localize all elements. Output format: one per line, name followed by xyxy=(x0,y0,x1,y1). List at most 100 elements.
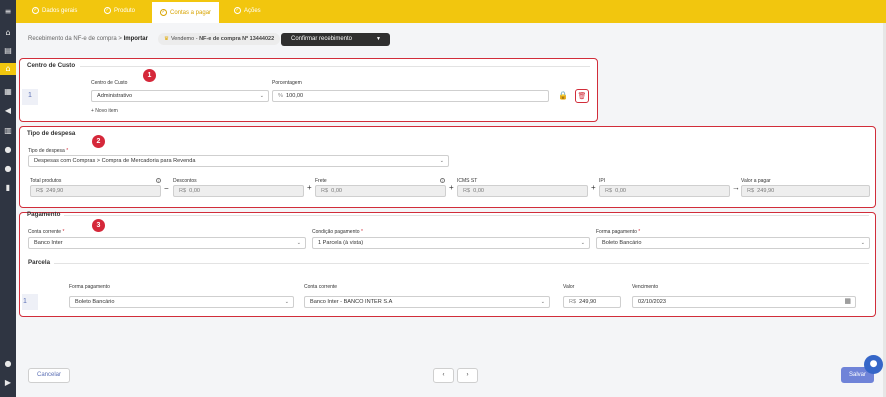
total-products-label: Total produtos xyxy=(30,178,62,184)
installment-method-value: Boleto Bancário xyxy=(75,299,115,305)
plus-operator: + xyxy=(591,183,596,192)
step-badge-3: 3 xyxy=(92,219,105,232)
check-icon: ✓ xyxy=(234,6,241,14)
tab-label: Produto xyxy=(114,8,136,14)
expense-type-title: Tipo de despesa xyxy=(27,130,76,137)
trash-icon: 🗑 xyxy=(577,92,587,100)
due-date-input[interactable]: 02/10/2023 ▦ xyxy=(632,296,856,308)
amount-due-field: R$ 249,90 xyxy=(741,185,870,197)
account-select[interactable]: Banco Inter ⌄ xyxy=(28,237,306,249)
tab-contas-a-pagar[interactable]: ✓ Contas a pagar xyxy=(152,0,220,23)
percentage-input[interactable]: % 100,00 xyxy=(272,90,549,102)
discounts-field: R$ 0,00 xyxy=(173,185,304,197)
user-icon[interactable]: ● xyxy=(3,164,13,173)
expense-type-select[interactable]: Despesas com Compras > Compra de Mercado… xyxy=(28,155,449,167)
add-item-link[interactable]: + Novo item xyxy=(91,108,118,114)
vendor-invoice: NF-e de compra Nº 13444022 xyxy=(199,36,275,42)
installment-account-select[interactable]: Banco Inter - BANCO INTER S.A ⌄ xyxy=(304,296,550,308)
account-label: Conta corrente * xyxy=(28,229,65,235)
breadcrumb-current: Importar xyxy=(123,36,148,42)
vendor-badge: ♛ Vendemo - NF-e de compra Nº 13444022 xyxy=(158,33,281,45)
step-badge-1: 1 xyxy=(143,69,156,82)
building-icon[interactable]: ▦ xyxy=(3,87,13,96)
payment-condition-value: 1 Parcela (à vista) xyxy=(318,240,364,246)
check-icon: ✓ xyxy=(104,6,111,14)
expense-type-value: Despesas com Compras > Compra de Mercado… xyxy=(34,158,196,164)
tab-label: Contas a pagar xyxy=(170,10,212,16)
ipi-label: IPI xyxy=(599,178,606,184)
store-icon[interactable]: ⌂ xyxy=(0,63,16,75)
tab-produto[interactable]: ✓ Produto xyxy=(96,0,143,23)
confirm-receipt-label: Confirmar recebimento xyxy=(291,36,353,42)
chevron-left-icon: ‹ xyxy=(442,372,445,378)
chevron-down-icon[interactable]: ▼ xyxy=(376,33,381,46)
minus-operator: − xyxy=(164,184,169,193)
calendar-icon[interactable]: ▦ xyxy=(844,297,851,307)
tab-label: Dados gerais xyxy=(42,8,78,14)
arrow-right-icon: → xyxy=(732,183,740,192)
cancel-button[interactable]: Cancelar xyxy=(28,368,70,383)
breadcrumb-parent[interactable]: Recebimento da NF-e de compra xyxy=(28,36,117,42)
chevron-down-icon: ⌄ xyxy=(296,240,301,246)
payment-condition-select[interactable]: 1 Parcela (à vista) ⌄ xyxy=(312,237,590,249)
tab-acoes[interactable]: ✓ Ações xyxy=(226,0,269,23)
info-icon[interactable]: i xyxy=(156,178,161,183)
chevron-down-icon: ⌄ xyxy=(580,240,585,246)
step-badge-2: 2 xyxy=(92,135,105,148)
installment-value-input[interactable]: R$ 249,90 xyxy=(563,296,621,308)
cost-center-label: Centro de Custo xyxy=(91,80,128,86)
ipi-field: R$ 0,00 xyxy=(599,185,730,197)
document-icon[interactable]: ▤ xyxy=(3,46,13,55)
divider xyxy=(54,263,869,264)
installment-index: 1 xyxy=(23,298,27,305)
total-products-field: R$ 249,90 xyxy=(30,185,161,197)
payment-title: Pagamento xyxy=(27,211,61,218)
user-settings-icon[interactable]: ● xyxy=(3,359,13,368)
home-icon[interactable]: ⌂ xyxy=(3,28,13,37)
chat-icon[interactable]: ● xyxy=(864,355,883,374)
installment-method-label: Forma pagamento xyxy=(69,284,110,290)
payment-method-select[interactable]: Boleto Bancário ⌄ xyxy=(596,237,870,249)
tab-dados-gerais[interactable]: ✓ Dados gerais xyxy=(24,0,85,23)
delete-button[interactable]: 🗑 xyxy=(575,89,589,103)
installment-method-select[interactable]: Boleto Bancário ⌄ xyxy=(69,296,294,308)
megaphone-icon[interactable]: ◀ xyxy=(3,106,13,115)
row-index: 1 xyxy=(28,92,32,99)
percentage-value: 100,00 xyxy=(285,93,304,99)
payment-method-value: Boleto Bancário xyxy=(602,240,642,246)
divider xyxy=(80,66,590,67)
previous-button[interactable]: ‹ xyxy=(433,368,454,383)
info-icon[interactable]: i xyxy=(440,178,445,183)
chevron-down-icon: ⌄ xyxy=(540,299,545,305)
freight-label: Frete xyxy=(315,178,327,184)
installment-title: Parcela xyxy=(28,259,51,266)
installment-account-label: Conta corrente xyxy=(304,284,338,290)
lock-icon[interactable]: 🔒 xyxy=(558,91,568,100)
dollar-icon[interactable]: ● xyxy=(3,145,13,154)
icms-st-field: R$ 0,00 xyxy=(457,185,588,197)
confirm-receipt-button[interactable]: Confirmar recebimento ▼ xyxy=(281,33,390,46)
payment-method-label: Forma pagamento * xyxy=(596,229,641,235)
payment-condition-label: Condição pagamento * xyxy=(312,229,363,235)
logout-icon[interactable]: ▶ xyxy=(3,378,13,387)
check-icon: ✓ xyxy=(32,6,39,14)
divider xyxy=(64,215,869,216)
file-icon[interactable]: ▮ xyxy=(3,183,13,192)
check-icon: ✓ xyxy=(160,8,167,16)
top-tab-bar: ✓ Dados gerais ✓ Produto ✓ Contas a pagar ✓… xyxy=(16,0,886,23)
account-value: Banco Inter xyxy=(34,240,63,246)
cost-center-select[interactable]: Administrativo ⌄ xyxy=(91,90,269,102)
breadcrumb: Recebimento da NF-e de compra > Importar xyxy=(28,36,148,42)
chevron-right-icon: › xyxy=(466,372,469,378)
icms-st-label: ICMS ST xyxy=(457,178,478,184)
installment-account-value: Banco Inter - BANCO INTER S.A xyxy=(310,299,393,305)
next-button[interactable]: › xyxy=(457,368,478,383)
chevron-down-icon: ⌄ xyxy=(284,299,289,305)
cost-center-value: Administrativo xyxy=(97,93,133,99)
crown-icon: ♛ xyxy=(164,36,169,42)
chart-icon[interactable]: ▥ xyxy=(3,126,13,135)
menu-icon[interactable]: ≡ xyxy=(3,7,13,16)
breadcrumb-separator: > xyxy=(118,36,122,42)
cost-center-title: Centro de Custo xyxy=(27,62,76,69)
plus-operator: + xyxy=(449,183,454,192)
